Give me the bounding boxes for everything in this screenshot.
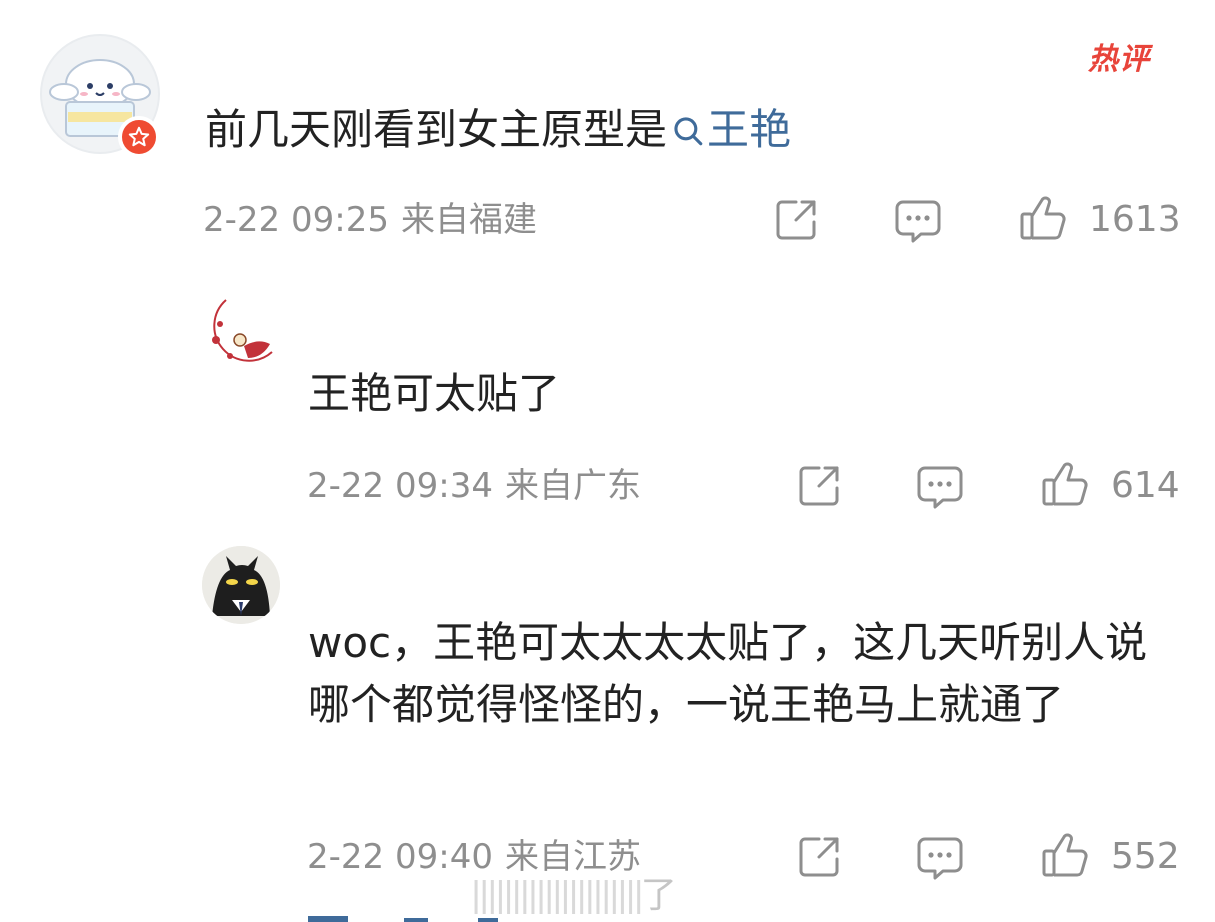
comment-icon[interactable] [915,833,965,881]
topic-text: 王艳 [707,105,792,154]
next-item-cutoff [308,902,508,922]
reply-text: 王艳可太贴了 [308,369,561,418]
like-count: 552 [1111,836,1180,877]
hot-comment-badge: 热评 [1088,42,1150,77]
timestamp: 2-22 09:25 [203,200,389,240]
like-icon[interactable] [1040,831,1090,881]
watermark: |||||||||||||||||||||了 [470,866,750,914]
share-icon[interactable] [795,833,843,881]
comment-icon[interactable] [893,196,943,244]
share-icon[interactable] [795,462,843,510]
reply-avatar[interactable] [200,294,280,374]
like-count: 614 [1111,465,1180,506]
like-count: 1613 [1089,199,1181,240]
comment-meta: 2-22 09:25 来自福建 [203,200,537,240]
verified-badge-icon [118,116,160,158]
reply-avatar[interactable] [202,546,280,624]
comment-body: 前几天刚看到女主原型是 [205,105,668,154]
location: 来自福建 [400,200,537,240]
reply-text: woc，王艳可太太太太贴了，这几天听别人说哪个都觉得怪怪的，一说王艳马上就通了 [308,618,1148,729]
timestamp: 2-22 09:40 [307,837,493,877]
topic-link[interactable]: 王艳 [667,105,791,154]
like-icon[interactable] [1040,460,1090,510]
comment-icon[interactable] [915,462,965,510]
reply-meta: 2-22 09:34 来自广东 [307,466,641,506]
share-icon[interactable] [772,196,820,244]
location: 来自广东 [504,466,641,506]
watermark-text: 了 [640,875,677,914]
search-icon [674,117,703,146]
timestamp: 2-22 09:34 [307,466,493,506]
main-comment-text: 前几天刚看到女主原型是 王艳 [205,100,791,160]
like-icon[interactable] [1018,194,1068,244]
